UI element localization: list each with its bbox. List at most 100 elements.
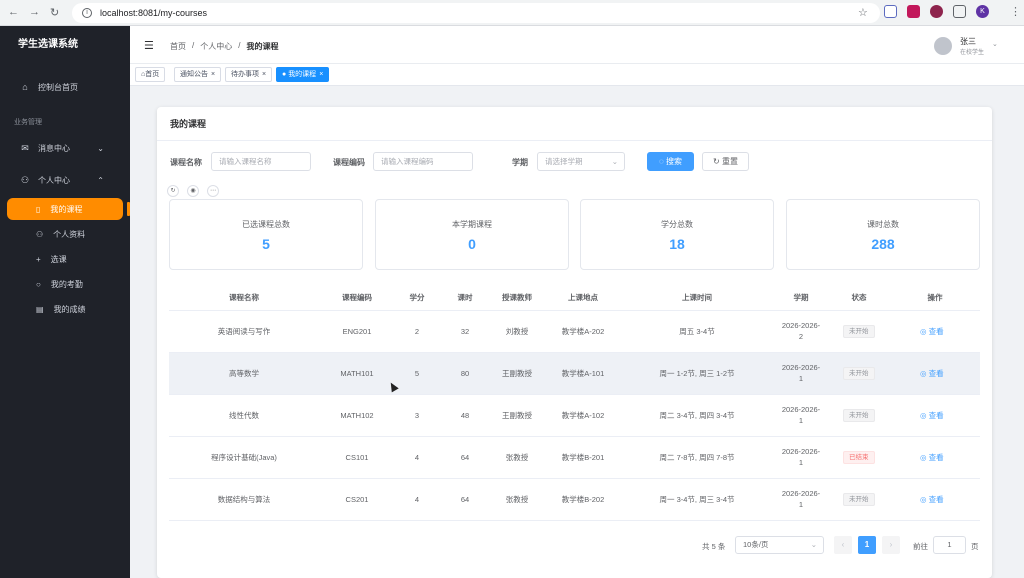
time-cell: 周二 7-8节, 周四 7-8节 [659,453,735,462]
extension-icon[interactable] [884,5,897,18]
goto-label: 前往 [913,542,928,551]
view-button[interactable]: ◎ 查看 [920,326,944,337]
sidebar-item-label: 我的考勤 [50,279,83,289]
view-button[interactable]: ◎ 查看 [920,452,944,463]
status-badge: 未开始 [843,409,875,422]
eye-icon: ◎ [920,411,927,420]
close-icon[interactable]: × [211,71,215,78]
puzzle-icon[interactable] [953,5,966,18]
sidebar-item-course-selection[interactable]: + 选课 [0,248,130,270]
chevron-up-icon: ⌃ [97,175,104,185]
profile-icon[interactable]: K [976,5,989,18]
page-number-button[interactable]: 1 [858,536,876,554]
column-header: 上课地点 [568,293,598,302]
tab-my-courses[interactable]: ● 我的课程 × [276,67,330,82]
term-cell: 2026-2026- 1 [769,488,833,510]
prev-page-button[interactable]: ‹ [834,536,852,554]
eye-icon: ◎ [920,495,927,504]
term-select[interactable]: 请选择学期 ⌄ [537,152,625,171]
sidebar-item-label: 我的课程 [50,204,83,214]
bookmark-star-icon[interactable]: ☆ [858,6,868,19]
table-row: 英语阅读与写作 ENG201 2 32 刘教授 教学楼A-202 周五 3-4节… [169,311,980,353]
search-button[interactable]: ◌ 搜索 [647,152,694,171]
menu-toggle-icon[interactable]: ☰ [144,39,154,52]
reload-icon[interactable]: ↻ [50,6,59,19]
sidebar: 学生选课系统 ⌂ 控制台首页 业务管理 ✉ 消息中心 ⌄ ⚇ 个人中心 ⌃ ▯ … [0,26,130,578]
term-part: 2026-2026- [781,447,821,456]
close-icon[interactable]: × [319,71,323,78]
breadcrumb-personal-center[interactable]: 个人中心 [200,41,232,52]
next-page-button[interactable]: › [882,536,900,554]
credit-cell: 4 [414,495,420,504]
view-button[interactable]: ◎ 查看 [920,410,944,421]
column-header: 学期 [793,293,809,302]
refresh-icon[interactable]: ↻ [167,185,179,197]
sidebar-item-profile[interactable]: ⚇ 个人资料 [0,223,130,245]
pagination-total: 共 5 条 [702,542,726,551]
sidebar-item-grades[interactable]: ▤ 我的成绩 [0,298,130,320]
sidebar-item-messages[interactable]: ✉ 消息中心 ⌄ [0,137,130,159]
course-name-input[interactable]: 请输入课程名称 [211,152,311,171]
sidebar-item-label: 消息中心 [38,143,70,153]
term-cell: 2026-2026- 1 [769,404,833,426]
book-icon: ▯ [36,204,41,214]
eye-icon[interactable]: ◉ [187,185,199,197]
chevron-down-icon[interactable]: ⌄ [992,40,998,48]
tab-notices[interactable]: 通知公告 × [174,67,222,82]
credit-cell: 5 [414,369,420,378]
course-code-cell: CS101 [345,453,369,462]
sidebar-item-attendance[interactable]: ○ 我的考勤 [0,273,130,295]
sidebar-item-personal-center[interactable]: ⚇ 个人中心 ⌃ [0,169,130,191]
stat-label: 课时总数 [867,220,899,229]
teacher-cell: 王副教授 [502,411,532,420]
view-button-label: 查看 [928,453,944,462]
sidebar-item-dashboard[interactable]: ⌂ 控制台首页 [0,76,130,98]
time-cell: 周一 1-2节, 周三 1-2节 [659,369,735,378]
breadcrumb-home[interactable]: 首页 [170,41,186,52]
location-cell: 教学楼B-202 [561,495,605,504]
sidebar-item-my-courses[interactable]: ▯ 我的课程 [7,198,130,220]
teacher-cell: 刘教授 [505,327,529,336]
course-code-cell: MATH101 [340,369,374,378]
view-button[interactable]: ◎ 查看 [920,494,944,505]
stat-value: 0 [468,236,476,252]
term-cell: 2026-2026- 1 [769,362,833,384]
tab-home[interactable]: ⌂首页 [135,67,166,82]
stat-card-total-courses: 已选课程总数 5 [169,199,363,270]
eye-icon: ◎ [920,327,927,336]
stat-label: 学分总数 [661,220,693,229]
location-cell: 教学楼A-102 [561,411,605,420]
user-icon: ⚇ [20,174,30,185]
column-header: 授课教师 [502,293,532,302]
hours-cell: 80 [460,369,470,378]
term-part: 2026-2026- [781,489,821,498]
tab-label: 首页 [145,71,160,78]
user-name[interactable]: 张三 [960,36,976,47]
course-code-input[interactable]: 请输入课程编码 [373,152,473,171]
course-name-cell: 数据结构与算法 [217,495,271,504]
page-size-value: 10条/页 [743,540,769,549]
view-button-label: 查看 [928,327,944,336]
term-part: 1 [798,500,804,509]
site-info-icon[interactable]: i [82,8,92,18]
avatar[interactable] [934,37,952,55]
tab-todo[interactable]: 待办事项 × [225,67,273,82]
term-part: 2026-2026- [781,363,821,372]
extension-icon[interactable] [930,5,943,18]
browser-menu-icon[interactable]: ⋮ [1010,5,1021,18]
reset-button-label: 重置 [721,157,738,166]
page-size-select[interactable]: 10条/页 ⌄ [735,536,824,554]
view-button[interactable]: ◎ 查看 [920,368,944,379]
user-role: 在校学生 [960,50,985,56]
stat-label: 已选课程总数 [242,220,290,229]
close-icon[interactable]: × [262,71,266,78]
refresh-icon: ↻ [713,157,720,166]
goto-page-input[interactable]: 1 [933,536,966,554]
address-bar[interactable]: i localhost:8081/my-courses [72,3,880,23]
back-icon[interactable]: ← [8,6,19,19]
eye-icon: ◎ [920,369,927,378]
forward-icon[interactable]: → [29,6,40,19]
more-icon[interactable]: ⋯ [207,185,219,197]
reset-button[interactable]: ↻ 重置 [702,152,749,171]
extension-icon[interactable] [907,5,920,18]
